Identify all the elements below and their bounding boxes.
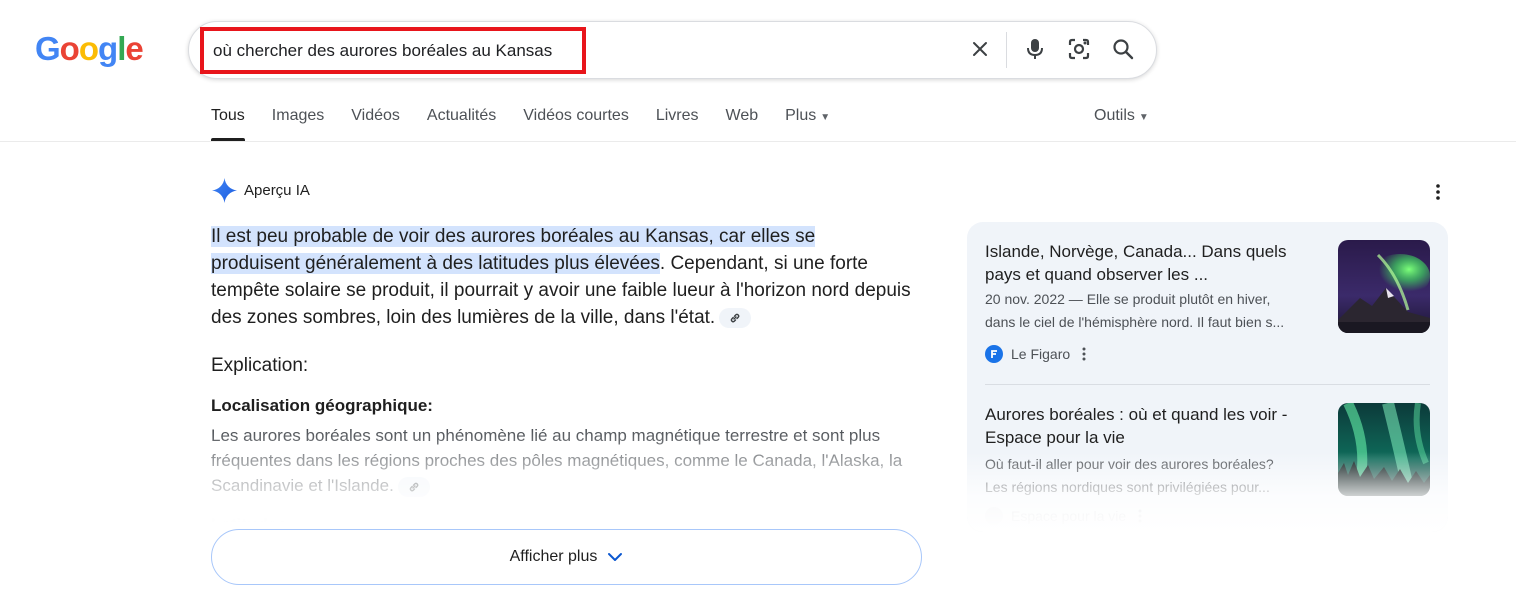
search-icon[interactable] [1108, 34, 1138, 64]
ai-overview-answer: Il est peu probable de voir des aurores … [211, 223, 921, 331]
source-title[interactable]: Islande, Norvège, Canada... Dans quels p… [985, 240, 1315, 286]
header-divider [0, 141, 1516, 142]
source-site: Espace pour la vie [1011, 508, 1127, 524]
tab-images[interactable]: Images [272, 107, 324, 141]
highlighted-answer: produisent généralement à des latitudes … [211, 253, 660, 274]
source-meta: Le Figaro [985, 345, 1086, 363]
source-snippet: 20 nov. 2022 — Elle se produit plutôt en… [985, 288, 1330, 334]
citation-link-chip[interactable] [719, 307, 752, 328]
logo-letter: G [35, 30, 61, 67]
source-thumbnail[interactable] [1338, 240, 1430, 333]
source-card[interactable]: Aurores boréales : où et quand les voir … [985, 403, 1430, 525]
highlighted-answer: Il est peu probable de voir des aurores … [211, 226, 816, 247]
camera-lens-icon[interactable] [1064, 34, 1094, 64]
link-icon [409, 482, 419, 491]
citation-link-chip[interactable] [397, 476, 430, 497]
tab-actualites[interactable]: Actualités [427, 107, 496, 141]
source-card[interactable]: Islande, Norvège, Canada... Dans quels p… [985, 240, 1430, 380]
snippet-line: dans le ciel de l'hémisphère nord. Il fa… [985, 314, 1285, 330]
logo-letter: l [117, 30, 126, 67]
show-more-button[interactable]: Afficher plus [211, 529, 922, 585]
snippet-line: 20 nov. 2022 — Elle se produit plutôt en… [985, 291, 1271, 307]
tab-web[interactable]: Web [726, 107, 759, 141]
chevron-down-icon [608, 553, 623, 561]
tab-plus[interactable]: Plus ▼ [785, 107, 830, 141]
caret-down-icon: ▼ [820, 112, 831, 123]
tab-videos-courtes[interactable]: Vidéos courtes [523, 107, 629, 141]
source-site: Le Figaro [1011, 346, 1071, 362]
show-more-label: Afficher plus [509, 548, 598, 565]
google-logo[interactable]: Google [35, 30, 144, 68]
source-divider [985, 384, 1430, 385]
source-snippet: Où faut-il aller pour voir des aurores b… [985, 453, 1330, 499]
source-thumbnail[interactable] [1338, 403, 1430, 496]
caret-down-icon: ▼ [1138, 112, 1149, 123]
search-divider [1006, 32, 1007, 68]
search-tabs: Tous Images Vidéos Actualités Vidéos cou… [211, 107, 857, 141]
ai-overview-label: Aperçu IA [244, 182, 310, 199]
logo-letter: o [78, 30, 99, 67]
search-input[interactable]: où chercher des aurores boréales au Kans… [200, 27, 586, 74]
source-meta: Espace pour la vie [985, 507, 1142, 525]
link-icon [730, 313, 740, 323]
sparkle-icon [212, 178, 237, 203]
section-body: Les aurores boréales sont un phénomène l… [211, 423, 921, 498]
more-options-icon[interactable] [1138, 509, 1142, 523]
tools-label: Outils [1094, 107, 1135, 124]
snippet-line: Les régions nordiques sont privilégiées … [985, 479, 1270, 495]
source-title[interactable]: Aurores boréales : où et quand les voir … [985, 403, 1315, 449]
snippet-line: Où faut-il aller pour voir des aurores b… [985, 456, 1274, 472]
tools-button[interactable]: Outils ▼ [1094, 107, 1149, 125]
section-body-text: Les aurores boréales sont un phénomène l… [211, 426, 903, 495]
microphone-icon[interactable] [1020, 34, 1050, 64]
ai-overview-header: Aperçu IA [212, 178, 310, 203]
tab-tous[interactable]: Tous [211, 107, 245, 141]
sources-panel: Islande, Norvège, Canada... Dans quels p… [967, 222, 1448, 532]
close-icon[interactable] [965, 34, 995, 64]
site-favicon [985, 507, 1003, 525]
section-title: Localisation géographique: [211, 396, 433, 415]
tab-livres[interactable]: Livres [656, 107, 699, 141]
tab-plus-label: Plus [785, 107, 817, 124]
logo-letter: g [98, 30, 118, 67]
tab-videos[interactable]: Vidéos [351, 107, 400, 141]
explication-heading: Explication: [211, 355, 309, 376]
more-options-icon[interactable] [1428, 182, 1448, 202]
le-figaro-favicon [985, 345, 1003, 363]
logo-letter: e [125, 30, 143, 67]
more-options-icon[interactable] [1082, 347, 1086, 361]
logo-letter: o [59, 30, 80, 67]
